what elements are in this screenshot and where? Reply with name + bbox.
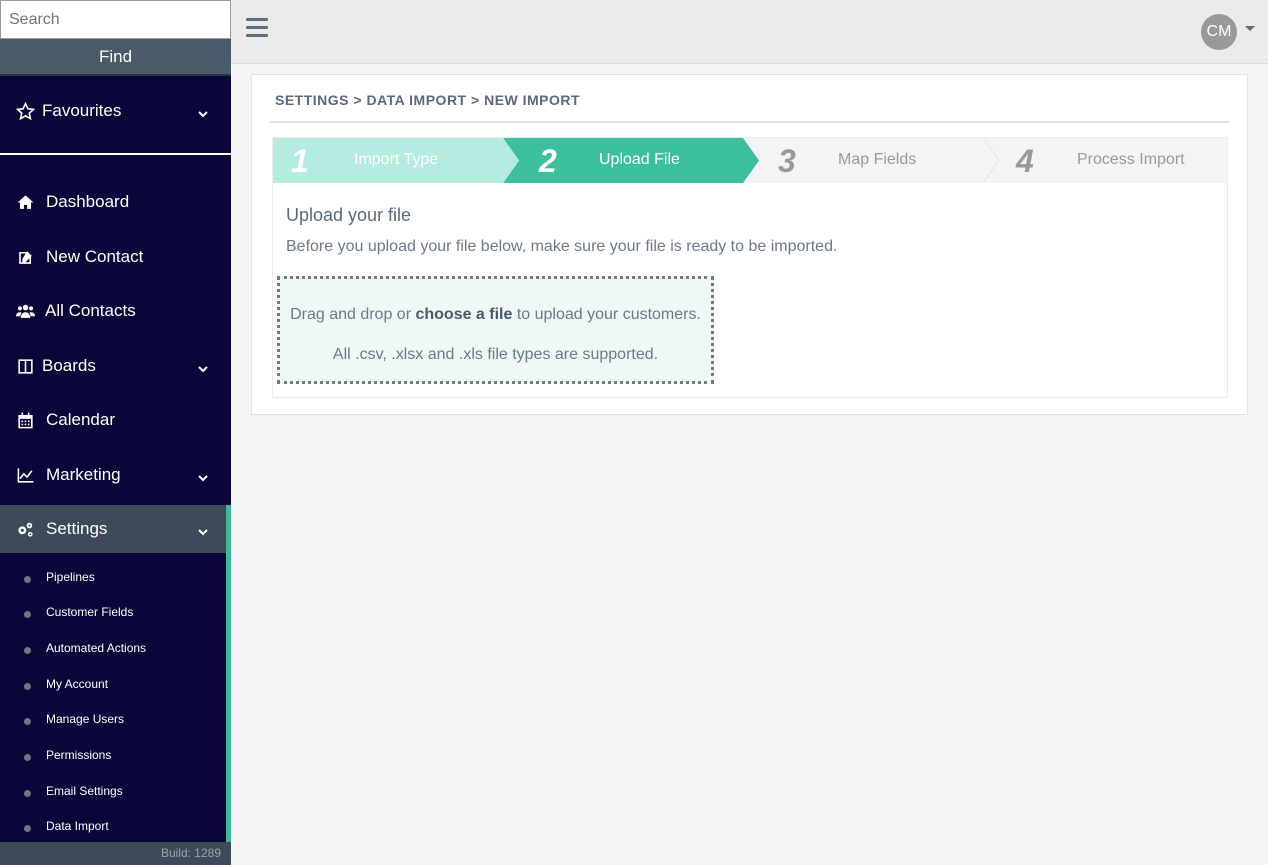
nav-label: Calendar (46, 410, 115, 429)
sidebar: Find Favourites Dashboard New Contact Al… (0, 0, 231, 865)
nav-item-dashboard[interactable]: Dashboard (0, 178, 231, 226)
settings-item-my-account[interactable]: My Account (0, 669, 226, 699)
settings-item-label: Permissions (46, 748, 112, 762)
upload-title: Upload your file (286, 205, 412, 225)
settings-item-label: Customer Fields (46, 605, 134, 619)
import-wizard: 1 Import Type 2 Upload File 3 Map Fields… (272, 137, 1228, 398)
settings-item-manage-users[interactable]: Manage Users (0, 704, 226, 734)
calendar-icon (15, 410, 35, 430)
dropzone-instructions: Drag and drop or choose a file to upload… (280, 306, 711, 324)
nav-item-all-contacts[interactable]: All Contacts (0, 287, 231, 335)
choose-file-link[interactable]: choose a file (415, 306, 512, 323)
dropzone-suffix: to upload your customers. (512, 306, 701, 323)
chevron-down-icon (197, 360, 209, 373)
bullet-icon (24, 575, 31, 583)
nav-label: New Contact (46, 247, 144, 266)
settings-item-customer-fields[interactable]: Customer Fields (0, 597, 226, 627)
breadcrumb-separator: > (353, 92, 363, 108)
gears-icon (15, 519, 35, 539)
bullet-icon (24, 610, 31, 618)
nav-divider (0, 153, 231, 155)
nav-label: Dashboard (46, 192, 130, 211)
favourites-label: Favourites (42, 101, 122, 120)
dropzone-prefix: Drag and drop or (290, 306, 416, 323)
nav-label: Marketing (46, 465, 121, 484)
settings-item-pipelines[interactable]: Pipelines (0, 562, 226, 592)
nav-label: Boards (42, 356, 96, 375)
settings-item-label: Data Import (46, 819, 109, 833)
breadcrumb-new-import: NEW IMPORT (484, 92, 581, 108)
favourites-menu[interactable]: Favourites (0, 89, 231, 133)
bullet-icon (24, 717, 31, 725)
nav-item-settings[interactable]: Settings (0, 505, 231, 553)
topbar: CM (231, 0, 1268, 64)
settings-item-label: Pipelines (46, 570, 95, 584)
nav-item-marketing[interactable]: Marketing (0, 451, 231, 499)
bullet-icon (24, 789, 31, 797)
settings-item-permissions[interactable]: Permissions (0, 740, 226, 770)
find-button[interactable]: Find (0, 39, 231, 76)
supported-file-types: All .csv, .xlsx and .xls file types are … (332, 346, 659, 363)
search-input[interactable] (0, 0, 231, 39)
step-1-number: 1 (291, 143, 309, 179)
user-avatar[interactable]: CM (1201, 14, 1237, 50)
step-3-number: 3 (778, 143, 796, 179)
settings-item-label: My Account (46, 677, 109, 691)
step-4-number: 4 (1016, 143, 1034, 179)
step-4-label: Process Import (1077, 151, 1185, 168)
caret-down-icon[interactable] (1245, 26, 1255, 31)
step-3-label: Map Fields (838, 151, 917, 168)
upload-description: Before you upload your file below, make … (286, 238, 838, 255)
step-2-label[interactable]: Upload File (599, 151, 680, 169)
settings-item-email-settings[interactable]: Email Settings (0, 776, 226, 806)
settings-item-data-import[interactable]: Data Import (0, 811, 226, 841)
nav-label: Settings (46, 519, 108, 538)
home-icon (15, 192, 35, 212)
chevron-down-icon (197, 523, 209, 536)
nav-item-new-contact[interactable]: New Contact (0, 233, 231, 281)
bullet-icon (24, 824, 31, 832)
bullet-icon (24, 753, 31, 761)
settings-item-label: Manage Users (46, 712, 125, 726)
step-2-number: 2 (539, 143, 557, 179)
bullet-icon (24, 646, 31, 654)
active-section-indicator (226, 505, 231, 843)
settings-item-automated-actions[interactable]: Automated Actions (0, 633, 226, 663)
star-icon (15, 101, 35, 121)
nav-item-calendar[interactable]: Calendar (0, 396, 231, 444)
nav-item-boards[interactable]: Boards (0, 342, 231, 390)
chevron-down-icon (197, 105, 209, 118)
columns-icon (15, 356, 35, 376)
users-icon (15, 301, 35, 321)
settings-item-label: Email Settings (46, 784, 123, 798)
wizard-steps: 1 Import Type 2 Upload File 3 Map Fields… (273, 138, 1227, 183)
chevron-down-icon (197, 469, 209, 482)
settings-item-label: Automated Actions (46, 641, 147, 655)
step-1-label[interactable]: Import Type (354, 151, 438, 169)
breadcrumb-divider (270, 121, 1230, 123)
bullet-icon (24, 682, 31, 690)
hamburger-menu-icon[interactable] (246, 18, 268, 38)
import-card: SETTINGS > DATA IMPORT > NEW IMPORT 1 Im… (251, 74, 1248, 415)
breadcrumb-settings[interactable]: SETTINGS (275, 92, 349, 108)
breadcrumb-separator: > (471, 92, 480, 108)
line-chart-icon (15, 465, 35, 485)
breadcrumb: SETTINGS > DATA IMPORT > NEW IMPORT (275, 92, 580, 108)
nav-label: All Contacts (45, 301, 136, 320)
edit-icon (15, 247, 35, 267)
build-number: Build: 1289 (0, 842, 231, 865)
file-dropzone[interactable]: Drag and drop or choose a file to upload… (277, 276, 714, 384)
breadcrumb-data-import[interactable]: DATA IMPORT (366, 92, 466, 108)
